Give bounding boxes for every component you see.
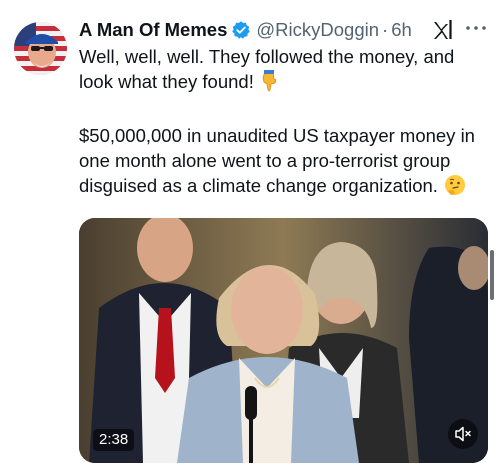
more-icon[interactable] <box>465 21 487 33</box>
tweet-paragraph-2-text: $50,000,000 in unaudited US taxpayer mon… <box>79 125 475 196</box>
tweet-paragraph-2: $50,000,000 in unaudited US taxpayer mon… <box>79 123 489 202</box>
grok-icon[interactable] <box>432 18 454 40</box>
video-frame <box>79 218 488 463</box>
mute-icon[interactable] <box>448 419 478 449</box>
timestamp[interactable]: 6h <box>391 19 412 41</box>
tweet-text: Well, well, well. They followed the mone… <box>79 44 489 202</box>
separator-dot: · <box>382 19 389 40</box>
pointing-down-emoji-icon <box>260 70 278 98</box>
tweet-header: A Man Of Memes @RickyDoggin · 6h <box>79 17 412 43</box>
display-name[interactable]: A Man Of Memes <box>79 19 227 41</box>
video-duration: 2:38 <box>93 429 135 451</box>
avatar-image <box>14 22 67 75</box>
scrollbar-thumb[interactable] <box>490 250 494 300</box>
video-player[interactable]: 2:38 <box>79 218 488 463</box>
tweet-paragraph-1: Well, well, well. They followed the mone… <box>79 44 489 98</box>
thinking-face-emoji-icon <box>444 174 466 202</box>
verified-badge-icon <box>231 20 251 40</box>
tweet-card[interactable]: A Man Of Memes @RickyDoggin · 6h Well, w… <box>0 0 500 472</box>
user-handle[interactable]: @RickyDoggin <box>256 19 379 41</box>
avatar[interactable] <box>14 22 67 75</box>
